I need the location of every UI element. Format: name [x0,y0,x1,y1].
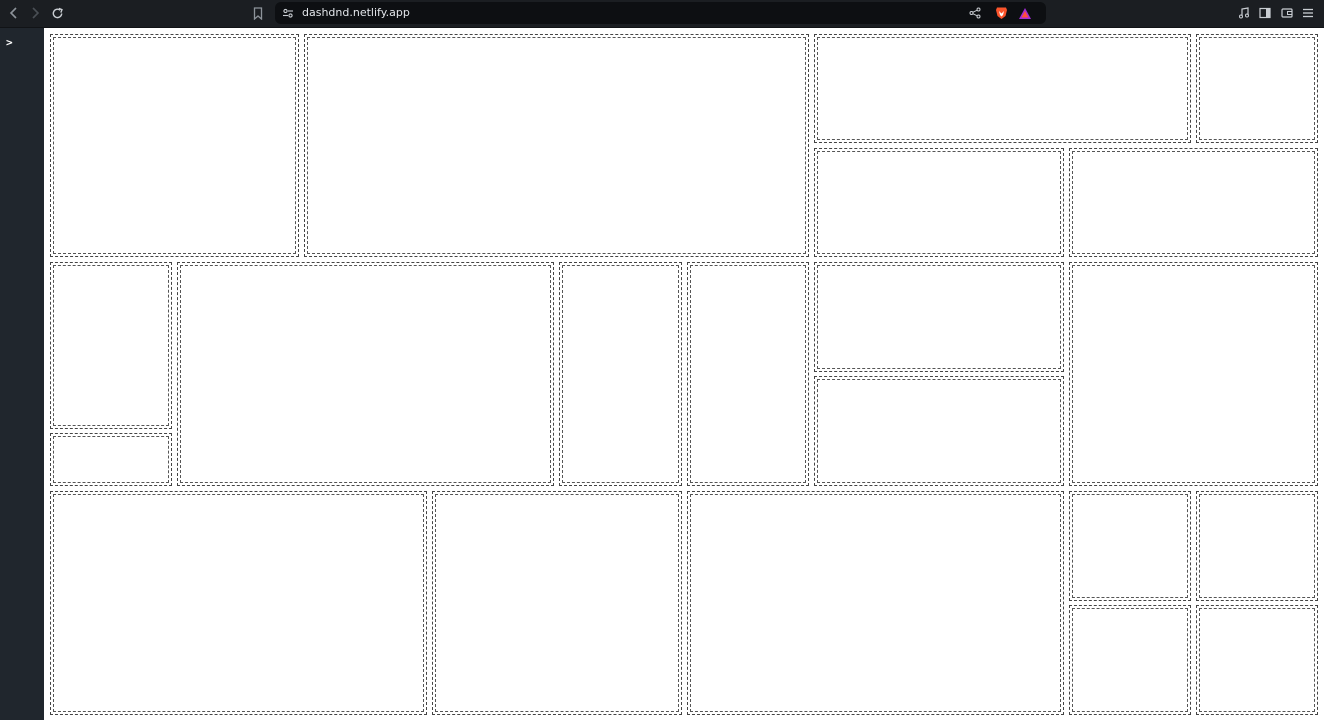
grid-cell[interactable] [814,262,1064,372]
reload-icon[interactable] [47,3,67,23]
back-icon[interactable] [4,3,24,23]
grid-cell[interactable] [50,262,172,429]
grid-cell[interactable] [1069,491,1191,601]
grid-cell[interactable] [687,491,1064,715]
menu-icon[interactable] [1298,3,1318,23]
grid-cell[interactable] [177,262,554,486]
media-icon[interactable] [1234,3,1254,23]
dashboard-canvas [44,28,1324,720]
grid-cell[interactable] [814,148,1064,257]
site-settings-icon[interactable] [280,5,296,21]
grid-cell[interactable] [50,34,299,257]
grid-cell[interactable] [1069,605,1191,715]
sidebar-panel-icon[interactable] [1255,3,1275,23]
grid-cell[interactable] [1069,262,1318,486]
grid-cell[interactable] [432,491,682,715]
address-bar[interactable]: dashdnd.netlify.app [275,2,1046,24]
sidebar-toggle-button[interactable]: > [6,36,13,49]
grid-cell[interactable] [814,34,1191,143]
brave-shields-icon[interactable] [993,5,1009,21]
grid-cell[interactable] [814,376,1064,486]
share-icon[interactable] [967,5,983,21]
grid-cell[interactable] [50,491,427,715]
browser-toolbar: dashdnd.netlify.app [0,0,1324,28]
grid-cell[interactable] [559,262,682,486]
brave-rewards-icon[interactable] [1017,5,1033,21]
grid-cell[interactable] [1196,605,1318,715]
grid-cell[interactable] [50,433,172,486]
app-sidebar: > [0,28,44,720]
grid-cell[interactable] [687,262,809,486]
grid-cell[interactable] [1196,491,1318,601]
forward-icon[interactable] [25,3,45,23]
grid-cell[interactable] [1069,148,1318,257]
bookmark-icon[interactable] [248,3,268,23]
grid-cell[interactable] [1196,34,1318,143]
wallet-icon[interactable] [1277,3,1297,23]
grid-cell[interactable] [304,34,809,257]
url-text[interactable]: dashdnd.netlify.app [302,6,410,19]
